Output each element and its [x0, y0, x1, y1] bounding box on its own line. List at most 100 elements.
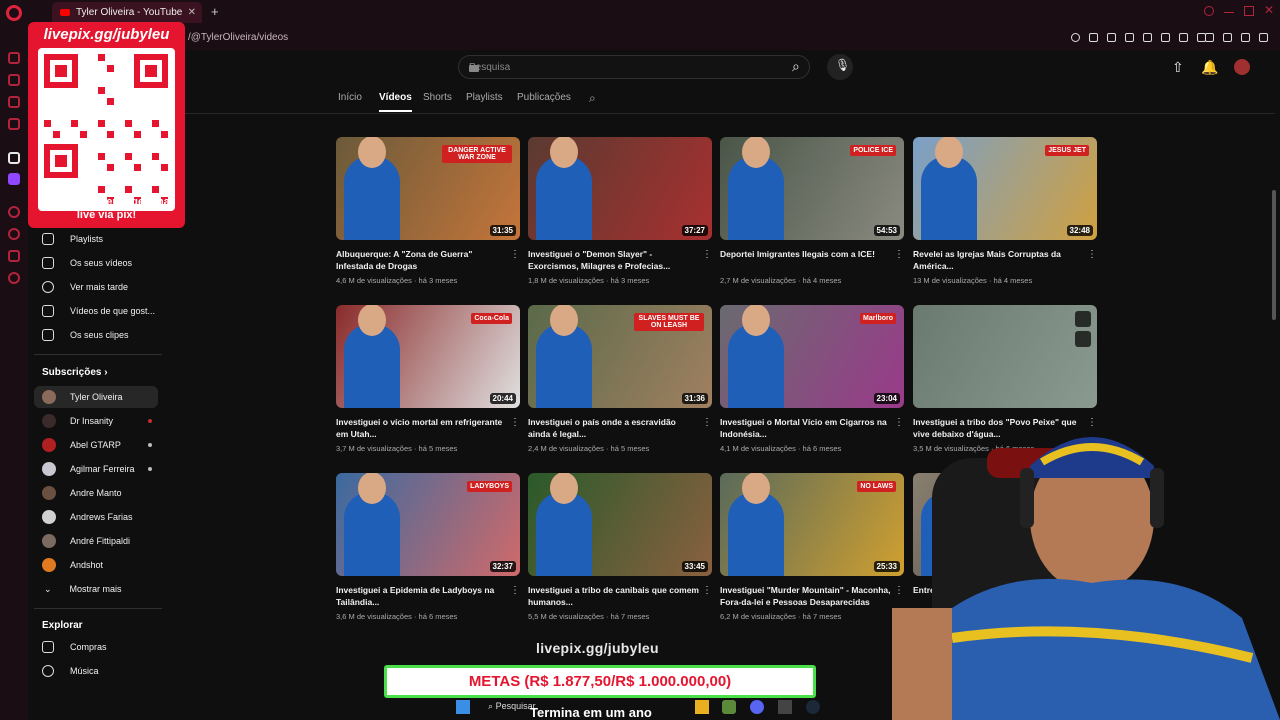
sidebar-item-sub[interactable]: André Fittipaldi	[34, 530, 158, 552]
sidebar-item-clips[interactable]: Os seus clipes	[34, 324, 158, 346]
tab-playlists[interactable]: Playlists	[466, 92, 503, 103]
close-tab-icon[interactable]: ✕	[188, 7, 196, 18]
sidebar-item-sub[interactable]: Andre Manto	[34, 482, 158, 504]
video-title[interactable]: Investiguei a Epidemia de Ladyboys na Ta…	[336, 584, 508, 608]
close-window-button[interactable]: ✕	[1264, 3, 1274, 17]
page-scrollbar[interactable]	[1272, 190, 1276, 320]
video-title[interactable]: Deportei Imigrantes Ilegais com a ICE!	[720, 248, 892, 260]
video-thumbnail[interactable]: SLAVES MUST BE ON LEASH 31:36	[528, 305, 712, 408]
video-card[interactable]: DANGER ACTIVE WAR ZONE 31:35 Albuquerque: …	[336, 137, 520, 287]
translate-icon[interactable]	[1161, 33, 1170, 42]
video-card[interactable]: SLAVES MUST BE ON LEASH 31:36 Investiguei …	[528, 305, 712, 455]
voice-search-button[interactable]: 🎙	[827, 54, 853, 80]
video-card[interactable]: 33:45 Investiguei a tribo de canibais que…	[528, 473, 712, 623]
search-input[interactable]: Pesquisa	[458, 55, 810, 79]
zoom-icon[interactable]	[1071, 33, 1080, 42]
watch-later-icon[interactable]	[1075, 311, 1091, 327]
video-card[interactable]: NO LAWS 25:33 Investiguei "Murder Mountain…	[720, 473, 904, 623]
video-thumbnail[interactable]: POLICE ICE 54:53	[720, 137, 904, 240]
adblock-icon[interactable]	[1143, 33, 1152, 42]
tab-inicio[interactable]: Início	[338, 92, 362, 103]
video-thumbnail[interactable]: 33:45	[528, 473, 712, 576]
sidebar-item-sub[interactable]: Andrews Farias	[34, 506, 158, 528]
instagram-icon[interactable]	[8, 96, 20, 108]
new-tab-button[interactable]: +	[211, 4, 219, 19]
menu-icon[interactable]	[1259, 33, 1268, 42]
browser-tab[interactable]: Tyler Oliveira - YouTube ✕	[52, 2, 202, 23]
discord-icon[interactable]	[750, 700, 764, 714]
avatar[interactable]	[1234, 59, 1250, 75]
video-thumbnail[interactable]: LADYBOYS 32:37	[336, 473, 520, 576]
player-icon[interactable]	[8, 118, 20, 130]
taskbar-search[interactable]: ⌕ Pesquisar	[488, 701, 536, 712]
video-thumbnail[interactable]	[913, 305, 1097, 408]
twitch-icon[interactable]	[8, 173, 20, 185]
tab-publicacoes[interactable]: Publicações	[517, 92, 571, 103]
tab-shorts[interactable]: Shorts	[423, 92, 452, 103]
app-icon[interactable]	[778, 700, 792, 714]
windows-start-icon[interactable]	[456, 700, 470, 714]
video-title[interactable]: Investiguei a tribo de canibais que come…	[528, 584, 700, 608]
video-title[interactable]: Revelei as Igrejas Mais Corruptas da Amé…	[913, 248, 1085, 272]
app-icon[interactable]	[722, 700, 736, 714]
video-title[interactable]: Investiguei o país onde a escravidão ain…	[528, 416, 700, 440]
profile-icon[interactable]	[1223, 33, 1232, 42]
video-card[interactable]: 37:27 Investiguei o "Demon Slayer" - Exor…	[528, 137, 712, 287]
maximize-button[interactable]	[1244, 6, 1254, 16]
bookmark-icon[interactable]	[1089, 33, 1098, 42]
messenger-icon[interactable]	[8, 52, 20, 64]
more-actions-icon[interactable]: ⋮	[510, 585, 520, 596]
show-more-button[interactable]: ⌄ Mostrar mais	[34, 578, 158, 600]
download-icon[interactable]	[1241, 33, 1250, 42]
more-actions-icon[interactable]: ⋮	[702, 585, 712, 596]
snapshot-icon[interactable]	[1107, 33, 1116, 42]
more-actions-icon[interactable]: ⋮	[894, 249, 904, 260]
sidebar-item-your-videos[interactable]: Os seus vídeos	[34, 252, 158, 274]
minimize-button[interactable]	[1224, 12, 1234, 22]
video-title[interactable]: Investiguei "Murder Mountain" - Maconha,…	[720, 584, 892, 608]
sidebar-item-music[interactable]: Música	[34, 660, 158, 682]
play-icon[interactable]	[1179, 33, 1188, 42]
subscriptions-header[interactable]: Subscrições ›	[42, 367, 108, 378]
sidebar-item-sub[interactable]: Andshot	[34, 554, 158, 576]
video-title[interactable]: Investiguei o vício mortal em refrigeran…	[336, 416, 508, 440]
video-card[interactable]: POLICE ICE 54:53 Deportei Imigrantes Ilega…	[720, 137, 904, 287]
video-card[interactable]: Coca-Cola 20:44 Investiguei o vício mortal…	[336, 305, 520, 455]
more-actions-icon[interactable]: ⋮	[702, 417, 712, 428]
video-thumbnail[interactable]: Marlboro 23:04	[720, 305, 904, 408]
more-actions-icon[interactable]: ⋮	[510, 249, 520, 260]
add-to-queue-icon[interactable]	[1075, 331, 1091, 347]
opera-logo-icon[interactable]	[6, 5, 22, 21]
sidebar-item-liked[interactable]: Vídeos de que gost...	[34, 300, 158, 322]
sidebar-item-shopping[interactable]: Compras	[34, 636, 158, 658]
video-card[interactable]: JESUS JET 32:48 Revelei as Igrejas Mais Co…	[913, 137, 1097, 287]
aria-icon[interactable]	[8, 74, 20, 86]
search-button[interactable]: ⌕	[792, 58, 800, 75]
more-actions-icon[interactable]: ⋮	[1087, 249, 1097, 260]
sidebar-item-sub[interactable]: Agilmar Ferreira	[34, 458, 158, 480]
sidebar-item-sub[interactable]: Tyler Oliveira	[34, 386, 158, 408]
search-tabs-icon[interactable]	[1204, 6, 1214, 16]
clock-icon[interactable]	[8, 228, 20, 240]
url-text[interactable]: /@TylerOliveira/videos	[188, 32, 288, 43]
video-thumbnail[interactable]: Coca-Cola 20:44	[336, 305, 520, 408]
extensions-toolbar-icon[interactable]	[1205, 33, 1214, 42]
file-explorer-icon[interactable]	[695, 700, 709, 714]
extensions-icon[interactable]	[8, 250, 20, 262]
video-thumbnail[interactable]: 37:27	[528, 137, 712, 240]
steam-icon[interactable]	[806, 700, 820, 714]
more-actions-icon[interactable]: ⋮	[702, 249, 712, 260]
history-icon[interactable]	[8, 206, 20, 218]
sidebar-item-playlists[interactable]: Playlists	[34, 228, 158, 250]
settings-icon[interactable]	[8, 272, 20, 284]
video-title[interactable]: Investiguei o "Demon Slayer" - Exorcismo…	[528, 248, 700, 272]
video-title[interactable]: Albuquerque: A "Zona de Guerra" Infestad…	[336, 248, 508, 272]
video-thumbnail[interactable]: NO LAWS 25:33	[720, 473, 904, 576]
keyboard-icon[interactable]	[469, 65, 479, 72]
channel-search-icon[interactable]: ⌕	[589, 91, 596, 106]
video-title[interactable]: Investiguei o Mortal Vício em Cigarros n…	[720, 416, 892, 440]
video-card[interactable]: LADYBOYS 32:37 Investiguei a Epidemia de L…	[336, 473, 520, 623]
vpn-icon[interactable]	[1125, 33, 1134, 42]
tab-videos[interactable]: Vídeos	[379, 92, 412, 112]
sidebar-item-sub[interactable]: Abel GTARP	[34, 434, 158, 456]
